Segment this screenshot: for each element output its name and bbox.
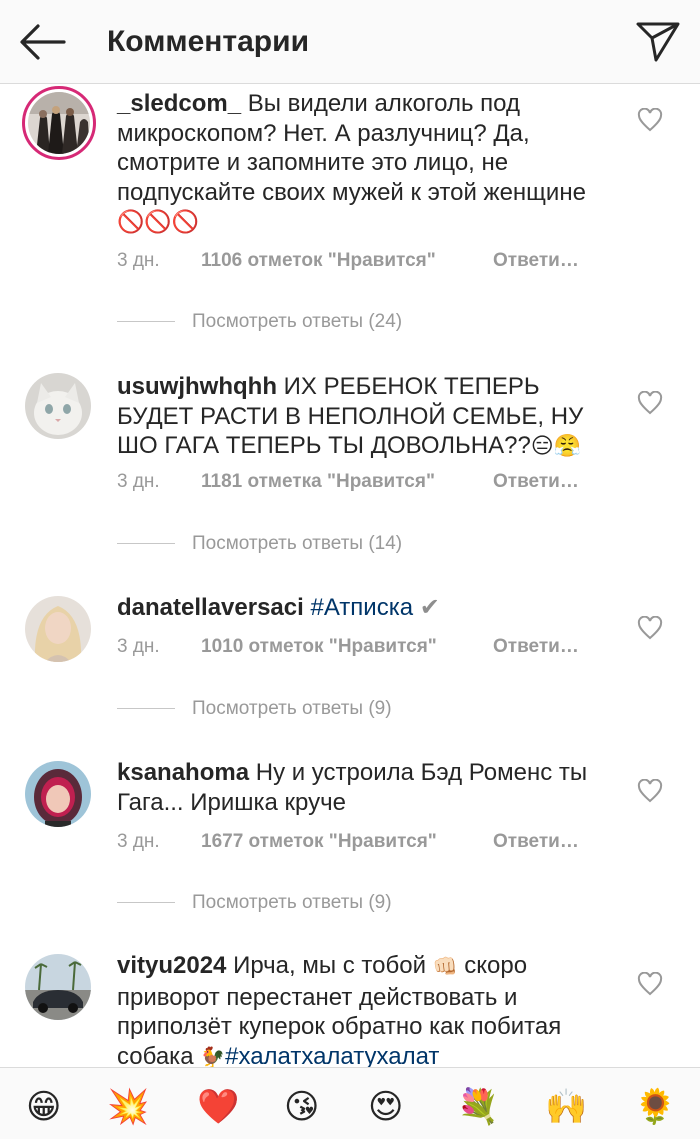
prohibited-emoji: 🚫🚫🚫 [117, 209, 200, 234]
heart-outline-icon [637, 615, 663, 640]
avatar[interactable] [22, 86, 96, 160]
avatar-image [25, 954, 91, 1020]
fist-emoji: 👊🏻 [432, 956, 458, 978]
reply-button[interactable]: Ответи… [493, 250, 579, 271]
comment-text: usuwjhwhqhh ИХ РЕБЕНОК ТЕПЕРЬ БУДЕТ РАСТ… [117, 372, 617, 461]
arrow-left-icon [20, 24, 66, 60]
comment-text: _sledcom_ Вы видели алкоголь под микроск… [117, 89, 617, 237]
reply-button[interactable]: Ответи… [493, 471, 579, 492]
comment-time: 3 дн. [117, 831, 160, 852]
comment-meta: 3 дн. 1010 отметок "Нравится" Ответи… [117, 635, 579, 659]
face-emoji: 😑😤 [530, 433, 582, 458]
comment-meta: 3 дн. 1677 отметок "Нравится" Ответи… [117, 830, 579, 854]
comment-time: 3 дн. [117, 250, 160, 271]
reply-button[interactable]: Ответи… [493, 636, 579, 657]
top-bar: Комментарии [0, 0, 700, 84]
view-replies-label[interactable]: Посмотреть ответы (9) [192, 890, 392, 916]
share-button[interactable] [632, 18, 682, 64]
like-button[interactable] [637, 971, 663, 996]
view-replies-label[interactable]: Посмотреть ответы (14) [192, 531, 402, 557]
comment-username[interactable]: _sledcom_ [117, 90, 241, 117]
divider [117, 543, 175, 544]
view-replies-label[interactable]: Посмотреть ответы (24) [192, 309, 402, 335]
like-button[interactable] [637, 390, 663, 415]
comment-username[interactable]: ksanahoma [117, 759, 249, 786]
hashtag-link[interactable]: #халатхалатухалат [225, 1043, 439, 1068]
comment-meta: 3 дн. 1106 отметок "Нравится" Ответи… [117, 249, 579, 273]
back-button[interactable] [16, 20, 68, 64]
heart-outline-icon [637, 390, 663, 415]
comment-likes[interactable]: 1181 отметка "Нравится" [201, 470, 493, 494]
bouquet-emoji-button[interactable]: 💐 [457, 1087, 499, 1127]
divider [117, 321, 175, 322]
emoji-quick-bar: 😁 💥 ❤️ 😘 😍 💐 🙌 🌻 [0, 1067, 700, 1139]
avatar-image [25, 596, 91, 662]
comment-time: 3 дн. [117, 471, 160, 492]
collision-emoji-button[interactable]: 💥 [107, 1087, 149, 1127]
comment-likes[interactable]: 1106 отметок "Нравится" [201, 249, 493, 273]
comment-likes[interactable]: 1677 отметок "Нравится" [201, 830, 493, 854]
divider [117, 902, 175, 903]
grinning-face-emoji-button[interactable]: 😁 [26, 1087, 61, 1127]
comment-username[interactable]: danatellaversaci [117, 594, 304, 621]
kissing-face-emoji-button[interactable]: 😘 [284, 1087, 319, 1127]
divider [117, 708, 175, 709]
comment-username[interactable]: usuwjhwhqhh [117, 373, 277, 400]
avatar-image [28, 92, 90, 154]
avatar-image [25, 761, 91, 827]
sunflower-emoji-button[interactable]: 🌻 [634, 1087, 676, 1127]
like-button[interactable] [637, 778, 663, 803]
avatar[interactable] [25, 373, 91, 439]
reply-button[interactable]: Ответи… [493, 831, 579, 852]
comment-meta: 3 дн. 1181 отметка "Нравится" Ответи… [117, 470, 579, 494]
heart-eyes-emoji-button[interactable]: 😍 [368, 1087, 403, 1127]
rooster-emoji: 🐓 [200, 1046, 226, 1068]
heart-outline-icon [637, 778, 663, 803]
comment-body: Ирча, мы с тобой [226, 952, 433, 979]
check-mark-icon: ✔ [419, 594, 440, 621]
page-title: Комментарии [107, 25, 310, 58]
comment-text: ksanahoma Ну и устроила Бэд Роменс ты Га… [117, 758, 617, 817]
like-button[interactable] [637, 615, 663, 640]
comment-username[interactable]: vityu2024 [117, 952, 226, 979]
hashtag-link[interactable]: #Атписка [310, 594, 413, 621]
paper-plane-icon [636, 22, 680, 62]
comments-list[interactable]: _sledcom_ Вы видели алкоголь под микроск… [0, 85, 700, 1067]
raising-hands-emoji-button[interactable]: 🙌 [545, 1087, 587, 1127]
comment-text: vityu2024 Ирча, мы с тобой 👊🏻 скоро прив… [117, 951, 617, 1067]
avatar[interactable] [25, 596, 91, 662]
view-replies-label[interactable]: Посмотреть ответы (9) [192, 696, 392, 722]
heart-outline-icon [637, 107, 663, 132]
avatar[interactable] [25, 761, 91, 827]
heart-emoji-button[interactable]: ❤️ [197, 1087, 239, 1127]
comment-likes[interactable]: 1010 отметок "Нравится" [201, 635, 493, 659]
avatar[interactable] [25, 954, 91, 1020]
comment-time: 3 дн. [117, 636, 160, 657]
comment-text: danatellaversaci #Атписка ✔ [117, 593, 617, 623]
heart-outline-icon [637, 971, 663, 996]
like-button[interactable] [637, 107, 663, 132]
avatar-image [25, 373, 91, 439]
